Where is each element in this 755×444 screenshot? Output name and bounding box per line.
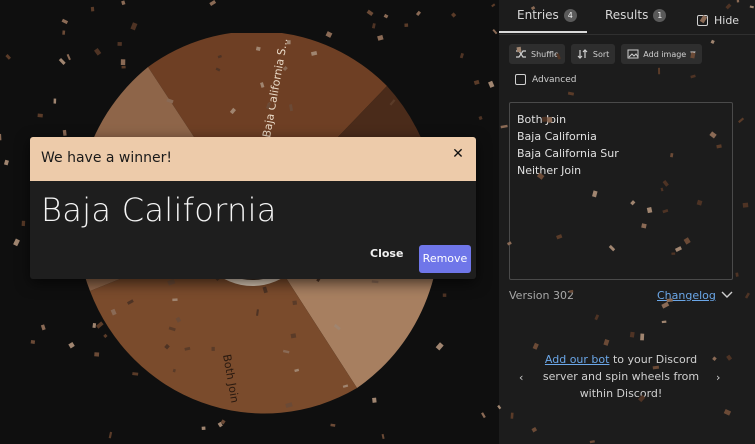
chevron-down-icon[interactable]: [721, 290, 733, 300]
discord-promo: Add our bot to your Discord server and s…: [531, 351, 711, 402]
chevron-right-icon[interactable]: ›: [716, 371, 720, 384]
tab-results-label: Results: [605, 8, 649, 22]
entries-textarea[interactable]: Both Join Baja California Baja California …: [509, 102, 733, 280]
shuffle-button[interactable]: Shuffle: [509, 44, 565, 64]
entry-line: Baja California Sur: [517, 147, 619, 160]
hide-toggle[interactable]: Hide: [697, 14, 739, 27]
chevron-left-icon[interactable]: ‹: [519, 371, 523, 384]
close-icon[interactable]: ✕: [450, 146, 466, 162]
promo-line1-rest: to your Discord: [609, 353, 698, 366]
dialog-title: We have a winner!: [41, 150, 172, 166]
results-count-badge: 1: [653, 8, 667, 22]
add-image-button[interactable]: Add image ▼: [621, 44, 702, 64]
winner-name: Baja California: [41, 191, 277, 229]
remove-button[interactable]: Remove: [419, 245, 471, 273]
image-icon: [627, 49, 639, 59]
changelog-link[interactable]: Changelog: [657, 289, 716, 302]
add-image-label: Add image: [643, 49, 687, 59]
hide-label: Hide: [714, 14, 740, 27]
winner-dialog: We have a winner! ✕ Baja California Clos…: [30, 137, 476, 279]
tab-entries-label: Entries: [517, 8, 559, 22]
active-tab-indicator: [499, 31, 587, 33]
version-text: Version 302: [509, 289, 574, 302]
hide-checkbox[interactable]: [697, 15, 708, 26]
close-button[interactable]: Close: [370, 247, 403, 260]
promo-line2: server and spin wheels from: [542, 370, 700, 383]
dropdown-caret-icon: ▼: [690, 50, 696, 58]
tab-entries[interactable]: Entries 4: [517, 8, 577, 22]
entries-count-badge: 4: [563, 8, 577, 22]
tab-results[interactable]: Results 1: [605, 8, 667, 22]
entry-line: Both Join: [517, 113, 567, 126]
shuffle-icon: [516, 50, 526, 58]
entries-toolbar: Shuffle Sort Add image ▼: [509, 44, 702, 64]
sort-button[interactable]: Sort: [570, 44, 616, 64]
sort-label: Sort: [592, 49, 610, 59]
side-panel: Entries 4 Results 1 Hide Shuffle Sort Ad…: [499, 0, 755, 444]
add-bot-link[interactable]: Add our bot: [545, 353, 610, 366]
entries-list: Both Join Baja California Baja California …: [510, 111, 732, 179]
advanced-toggle[interactable]: Advanced: [515, 74, 576, 85]
dialog-header: We have a winner! ✕: [30, 137, 476, 181]
promo-line3: within Discord!: [579, 387, 663, 400]
sort-icon: [577, 49, 588, 59]
entry-line: Neither Join: [517, 164, 582, 177]
advanced-checkbox[interactable]: [515, 74, 526, 85]
advanced-label: Advanced: [532, 74, 577, 85]
entry-line: Baja California: [517, 130, 597, 143]
shuffle-label: Shuffle: [531, 49, 559, 59]
tab-bar: Entries 4 Results 1 Hide: [499, 0, 755, 35]
